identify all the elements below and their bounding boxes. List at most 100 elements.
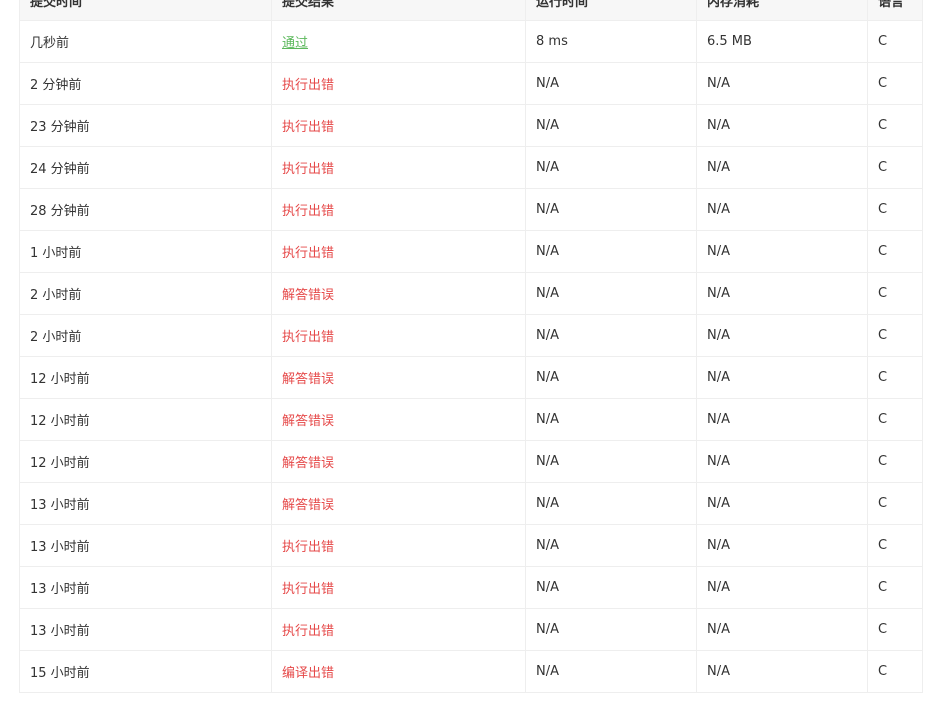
language-cell-wrap: C [867, 104, 923, 147]
runtime-cell-wrap: N/A [525, 314, 697, 357]
language-cell-wrap: C [867, 314, 923, 357]
language-cell: C [878, 496, 888, 511]
memory-cell-wrap: N/A [696, 272, 868, 315]
runtime-cell-wrap: N/A [525, 62, 697, 105]
runtime-cell-wrap: N/A [525, 608, 697, 651]
table-row[interactable]: 15 小时前 编译出错 N/A N/A C [19, 650, 923, 693]
runtime-cell-wrap: N/A [525, 524, 697, 567]
language-cell: C [878, 202, 888, 217]
submit-time-cell-wrap: 13 小时前 [19, 566, 272, 609]
submit-status-link[interactable]: 解答错误 [282, 456, 334, 471]
language-cell-wrap: C [867, 230, 923, 273]
submit-time-cell-wrap: 几秒前 [19, 20, 272, 63]
memory-cell-wrap: N/A [696, 62, 868, 105]
table-row[interactable]: 12 小时前 解答错误 N/A N/A C [19, 356, 923, 399]
table-row[interactable]: 23 分钟前 执行出错 N/A N/A C [19, 104, 923, 147]
table-row[interactable]: 1 小时前 执行出错 N/A N/A C [19, 230, 923, 273]
runtime-cell-wrap: N/A [525, 482, 697, 525]
runtime-cell-wrap: N/A [525, 230, 697, 273]
submit-time-cell: 13 小时前 [30, 624, 90, 639]
table-row[interactable]: 2 分钟前 执行出错 N/A N/A C [19, 62, 923, 105]
language-cell-wrap: C [867, 650, 923, 693]
memory-cell: N/A [707, 370, 730, 385]
submit-status-link[interactable]: 执行出错 [282, 204, 334, 219]
table-row[interactable]: 2 小时前 执行出错 N/A N/A C [19, 314, 923, 357]
submit-status-link-wrap: 执行出错 [271, 104, 526, 147]
submit-status-link[interactable]: 解答错误 [282, 498, 334, 513]
header-submit-status[interactable]: 提交结果 [271, 0, 526, 21]
table-row[interactable]: 2 小时前 解答错误 N/A N/A C [19, 272, 923, 315]
runtime-cell: N/A [536, 580, 559, 595]
submit-status-link-wrap: 解答错误 [271, 440, 526, 483]
header-language[interactable]: 语言 [867, 0, 923, 21]
submit-time-cell: 13 小时前 [30, 498, 90, 513]
runtime-cell-wrap: N/A [525, 440, 697, 483]
memory-cell-wrap: N/A [696, 608, 868, 651]
submit-time-cell-wrap: 24 分钟前 [19, 146, 272, 189]
submit-time-cell: 28 分钟前 [30, 204, 90, 219]
submit-time-cell: 1 小时前 [30, 246, 82, 261]
table-row[interactable]: 12 小时前 解答错误 N/A N/A C [19, 398, 923, 441]
header-submit-time[interactable]: 提交时间 [19, 0, 272, 21]
submit-status-link[interactable]: 执行出错 [282, 246, 334, 261]
submit-status-link-wrap: 执行出错 [271, 62, 526, 105]
submit-status-link[interactable]: 执行出错 [282, 330, 334, 345]
submit-time-cell-wrap: 2 小时前 [19, 272, 272, 315]
table-row[interactable]: 28 分钟前 执行出错 N/A N/A C [19, 188, 923, 231]
memory-cell: N/A [707, 202, 730, 217]
runtime-cell: N/A [536, 76, 559, 91]
memory-cell: N/A [707, 412, 730, 427]
submit-time-cell-wrap: 28 分钟前 [19, 188, 272, 231]
memory-cell-wrap: N/A [696, 650, 868, 693]
submit-status-link-wrap: 执行出错 [271, 230, 526, 273]
table-row[interactable]: 12 小时前 解答错误 N/A N/A C [19, 440, 923, 483]
submit-status-link-wrap: 通过 [271, 20, 526, 63]
submit-status-link[interactable]: 解答错误 [282, 372, 334, 387]
runtime-cell: N/A [536, 622, 559, 637]
table-row[interactable]: 13 小时前 解答错误 N/A N/A C [19, 482, 923, 525]
submit-status-link[interactable]: 执行出错 [282, 120, 334, 135]
submit-status-link[interactable]: 执行出错 [282, 624, 334, 639]
language-cell-wrap: C [867, 356, 923, 399]
runtime-cell: N/A [536, 412, 559, 427]
table-row[interactable]: 13 小时前 执行出错 N/A N/A C [19, 524, 923, 567]
table-row[interactable]: 几秒前 通过 8 ms 6.5 MB C [19, 20, 923, 63]
header-runtime[interactable]: 运行时间 [525, 0, 697, 21]
submit-time-cell-wrap: 12 小时前 [19, 356, 272, 399]
header-memory[interactable]: 内存消耗 [696, 0, 868, 21]
memory-cell-wrap: N/A [696, 482, 868, 525]
table-row[interactable]: 13 小时前 执行出错 N/A N/A C [19, 566, 923, 609]
submit-status-link[interactable]: 执行出错 [282, 162, 334, 177]
table-row[interactable]: 13 小时前 执行出错 N/A N/A C [19, 608, 923, 651]
runtime-cell-wrap: N/A [525, 566, 697, 609]
submit-status-link[interactable]: 执行出错 [282, 78, 334, 93]
table-row[interactable]: 24 分钟前 执行出错 N/A N/A C [19, 146, 923, 189]
language-cell-wrap: C [867, 146, 923, 189]
memory-cell: N/A [707, 580, 730, 595]
submit-status-link-wrap: 解答错误 [271, 398, 526, 441]
memory-cell: N/A [707, 622, 730, 637]
language-cell: C [878, 664, 888, 679]
runtime-cell-wrap: N/A [525, 398, 697, 441]
submit-time-cell: 24 分钟前 [30, 162, 90, 177]
submit-time-cell-wrap: 23 分钟前 [19, 104, 272, 147]
submit-status-link[interactable]: 解答错误 [282, 288, 334, 303]
runtime-cell: N/A [536, 118, 559, 133]
submit-time-cell-wrap: 1 小时前 [19, 230, 272, 273]
submit-time-cell: 2 小时前 [30, 330, 82, 345]
memory-cell-wrap: N/A [696, 188, 868, 231]
submit-time-cell: 13 小时前 [30, 540, 90, 555]
memory-cell-wrap: 6.5 MB [696, 20, 868, 63]
submit-status-link[interactable]: 执行出错 [282, 540, 334, 555]
submit-time-cell: 12 小时前 [30, 456, 90, 471]
submit-status-link[interactable]: 通过 [282, 36, 308, 51]
submit-status-link[interactable]: 编译出错 [282, 666, 334, 681]
submit-status-link-wrap: 执行出错 [271, 314, 526, 357]
submit-status-link[interactable]: 执行出错 [282, 582, 334, 597]
runtime-cell: N/A [536, 538, 559, 553]
submit-status-link[interactable]: 解答错误 [282, 414, 334, 429]
runtime-cell-wrap: N/A [525, 272, 697, 315]
language-cell: C [878, 34, 888, 49]
submissions-table: 提交时间 提交结果 运行时间 内存消耗 语言 几秒前 通过 8 ms 6.5 MB C 2… [19, 0, 923, 693]
runtime-cell-wrap: N/A [525, 104, 697, 147]
